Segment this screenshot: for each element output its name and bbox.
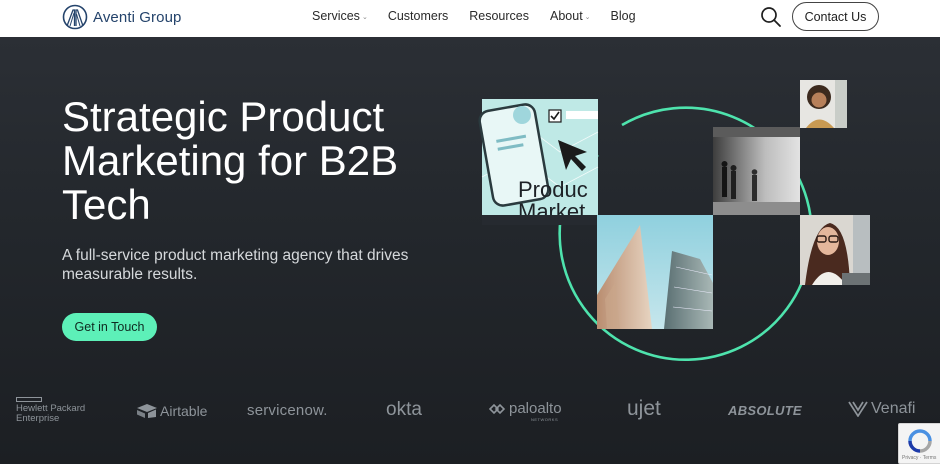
office-people-photo [713, 127, 800, 215]
nav-item-label: Resources [469, 9, 529, 23]
servicenow-logo: servicenow. [247, 402, 328, 419]
skyscraper-photo [597, 215, 713, 329]
nav-item-blog[interactable]: Blog [611, 9, 636, 23]
nav-item-resources[interactable]: Resources [469, 9, 529, 23]
woman-glasses-photo [800, 215, 870, 285]
okta-logo: okta [386, 399, 422, 420]
venafi-logo-text: Venafi [871, 400, 916, 417]
hpe-logo-text: Enterprise [16, 413, 60, 424]
brand-logo[interactable]: Aventi Group [62, 4, 181, 30]
recaptcha-terms[interactable]: Privacy · Terms [902, 455, 936, 461]
paloalto-logo-subtext: NETWORKS [531, 417, 559, 422]
nav-item-label: About [550, 9, 583, 23]
client-logos: Hewlett Packard Enterprise Airtable serv… [0, 397, 940, 447]
search-icon[interactable] [760, 6, 782, 28]
paloalto-logo-text: paloalto [509, 400, 562, 417]
paloalto-icon [489, 403, 506, 414]
nav-item-label: Blog [610, 9, 636, 23]
hero-section: Strategic Product Marketing for B2B Tech… [0, 37, 940, 464]
nav-item-about[interactable]: About ⌄ [550, 9, 591, 23]
chevron-down-icon: ⌄ [361, 13, 368, 21]
nav-item-label: Customers [387, 9, 449, 23]
brand-name: Aventi Group [93, 8, 182, 26]
chevron-down-icon: ⌄ [584, 13, 591, 21]
recaptcha-badge[interactable]: Privacy · Terms [898, 423, 940, 464]
venafi-icon [848, 401, 868, 417]
venafi-logo: Venafi [848, 400, 915, 418]
site-header: Aventi Group Services ⌄ Customers Resour… [0, 0, 940, 37]
hpe-rectangle-icon [16, 397, 42, 402]
absolute-logo: ABSOLUTE [728, 403, 802, 418]
nav-item-customers[interactable]: Customers [388, 9, 448, 23]
main-nav: Services ⌄ Customers Resources About ⌄ B… [312, 9, 636, 23]
paloalto-logo: paloalto NETWORKS [489, 400, 562, 422]
contact-us-button[interactable]: Contact Us [792, 2, 879, 31]
hpe-logo: Hewlett Packard Enterprise [16, 397, 85, 424]
ujet-logo: ujet [627, 397, 661, 420]
recaptcha-icon [908, 429, 932, 453]
woman-portrait-photo [800, 80, 847, 128]
airtable-icon [137, 404, 157, 418]
nav-item-label: Services [312, 9, 360, 23]
airtable-logo: Airtable [137, 403, 207, 419]
aventi-logo-icon [62, 4, 88, 30]
illustration-text: Produc [518, 177, 588, 202]
airtable-logo-text: Airtable [160, 403, 208, 419]
nav-item-services[interactable]: Services ⌄ [312, 9, 368, 23]
